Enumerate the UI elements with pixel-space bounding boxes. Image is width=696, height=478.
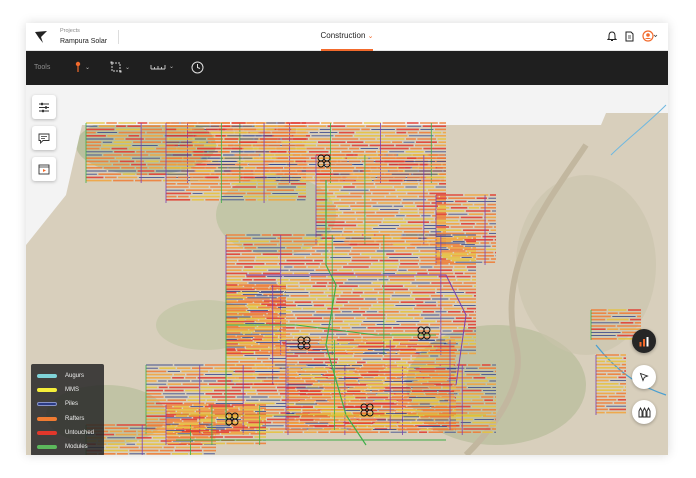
legend-label: Modules	[65, 444, 88, 451]
progress-chart-button[interactable]	[632, 329, 656, 353]
user-avatar-icon[interactable]	[642, 30, 658, 42]
ruler-icon	[150, 65, 166, 70]
bell-icon[interactable]	[607, 30, 617, 42]
legend-panel: Augurs MMS Piles Rafters Untouched Modul…	[31, 364, 104, 455]
comments-button[interactable]	[32, 126, 56, 150]
legend-swatch	[37, 430, 57, 435]
media-icon	[38, 164, 50, 174]
chevron-down-icon: ⌄	[85, 64, 91, 71]
legend-label: Untouched	[65, 429, 95, 436]
legend-swatch	[37, 402, 57, 407]
top-header: Projects Rampura Solar Construction ⌄	[26, 23, 668, 51]
select-pointer-button[interactable]	[632, 365, 656, 389]
legend-item[interactable]: Modules	[37, 440, 104, 454]
app-window: Projects Rampura Solar Construction ⌄ To…	[26, 23, 668, 455]
tools-toolbar: Tools ⌄ ⌄ ⌄	[26, 51, 668, 85]
mode-selector[interactable]: Construction ⌄	[26, 31, 668, 40]
map-canvas[interactable]	[26, 85, 668, 455]
select-tool[interactable]: ⌄	[110, 61, 130, 73]
legend-item[interactable]: Piles	[37, 397, 104, 411]
legend-item[interactable]: Untouched	[37, 426, 104, 440]
legend-label: MMS	[65, 387, 79, 394]
chevron-down-icon: ⌄	[125, 64, 131, 71]
clock-icon	[191, 61, 204, 74]
document-icon[interactable]	[625, 31, 634, 42]
pointer-icon	[639, 372, 649, 382]
timeline-tool[interactable]	[191, 61, 204, 74]
drone-fleet-icon	[638, 406, 651, 418]
legend-item[interactable]: Augurs	[37, 369, 104, 383]
bar-chart-icon	[639, 336, 649, 346]
pin-tool-icon	[75, 61, 81, 72]
chevron-down-icon: ⌄	[367, 33, 374, 40]
legend-swatch	[37, 374, 57, 379]
sliders-icon	[39, 102, 49, 112]
select-area-icon	[110, 61, 122, 73]
media-button[interactable]	[32, 157, 56, 181]
mode-label: Construction	[320, 31, 366, 40]
legend-label: Rafters	[65, 415, 85, 422]
filters-button[interactable]	[32, 95, 56, 119]
chevron-down-icon: ⌄	[169, 63, 175, 70]
tools-label: Tools	[34, 64, 51, 71]
site-map[interactable]: Augurs MMS Piles Rafters Untouched Modul…	[26, 85, 668, 455]
comment-icon	[38, 133, 50, 144]
legend-swatch	[37, 388, 57, 393]
legend-label: Piles	[65, 401, 79, 408]
legend-label: Augurs	[65, 373, 85, 380]
measure-tool[interactable]: ⌄	[150, 61, 174, 71]
legend-swatch	[37, 445, 57, 450]
legend-item[interactable]: Rafters	[37, 412, 104, 426]
legend-item[interactable]: MMS	[37, 383, 104, 397]
fleet-button[interactable]	[632, 400, 656, 424]
legend-swatch	[37, 416, 57, 421]
pin-tool[interactable]: ⌄	[74, 61, 90, 73]
